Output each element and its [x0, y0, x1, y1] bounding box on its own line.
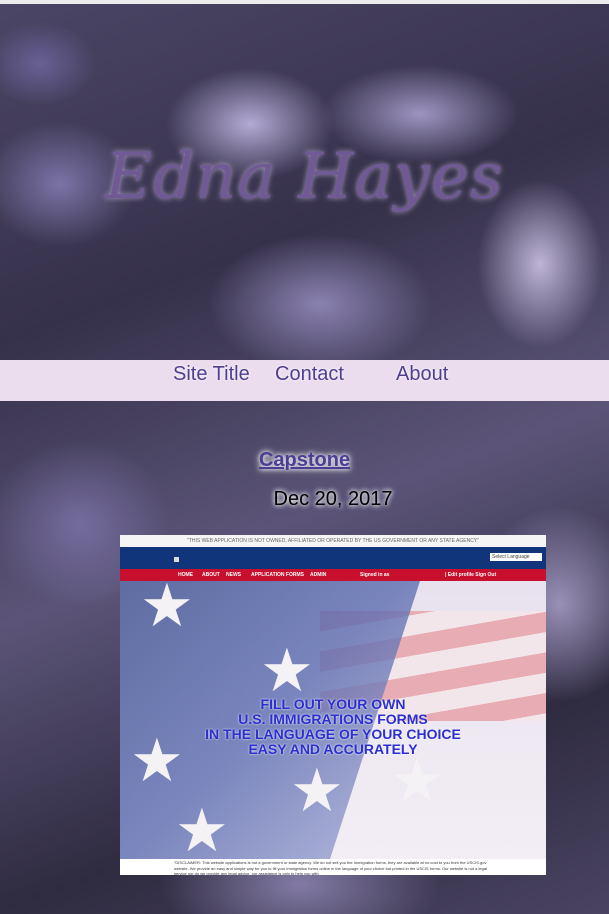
post-image[interactable]: "THIS WEB APPLICATION IS NOT OWNED, AFFI… [120, 535, 546, 875]
star-icon: ★ [290, 757, 344, 824]
screenshot-hero-text: FILL OUT YOUR OWN U.S. IMMIGRATIONS FORM… [120, 697, 546, 757]
screenshot-menu-news: NEWS [226, 572, 241, 578]
star-icon: ★ [140, 572, 194, 639]
hero-line: FILL OUT YOUR OWN [260, 696, 406, 712]
site-title-logo[interactable]: Edna Hayes [0, 140, 609, 214]
screenshot-menu-about: ABOUT [202, 572, 220, 578]
hero-line: U.S. IMMIGRATIONS FORMS [238, 711, 428, 727]
star-icon: ★ [390, 747, 444, 814]
hero-line: EASY AND ACCURATELY [248, 741, 418, 757]
screenshot-bottom-disclaimer: "DISCLAIMER: This website applications i… [120, 859, 546, 875]
screenshot-top-disclaimer: "THIS WEB APPLICATION IS NOT OWNED, AFFI… [120, 535, 546, 547]
screenshot-account-links: | Edit profile Sign Out [445, 572, 497, 578]
post-date: Dec 20, 2017 [273, 488, 393, 510]
screenshot-menu-admin: ADMIN [310, 572, 327, 578]
star-icon: ★ [260, 637, 314, 704]
nav-contact[interactable]: Contact [275, 363, 344, 386]
nav-about[interactable]: About [396, 363, 448, 386]
screenshot-hero: ★ ★ ★ ★ ★ ★ FILL OUT YOUR OWN U.S. IMMIG… [120, 576, 546, 864]
screenshot-menu-forms: APPLICATION FORMS [251, 572, 304, 578]
screenshot-signed-in: Signed in as [360, 572, 390, 578]
nav-site-title[interactable]: Site Title [173, 363, 250, 386]
star-icon: ★ [175, 797, 229, 864]
post-title-link[interactable]: Capstone [0, 449, 609, 472]
broken-image-icon [174, 557, 179, 562]
hero-line: IN THE LANGUAGE OF YOUR CHOICE [205, 726, 461, 742]
language-select: Select Language [490, 553, 542, 561]
screenshot-header: Select Language [120, 547, 546, 569]
nav-bar: Site Title Contact About [0, 360, 609, 401]
